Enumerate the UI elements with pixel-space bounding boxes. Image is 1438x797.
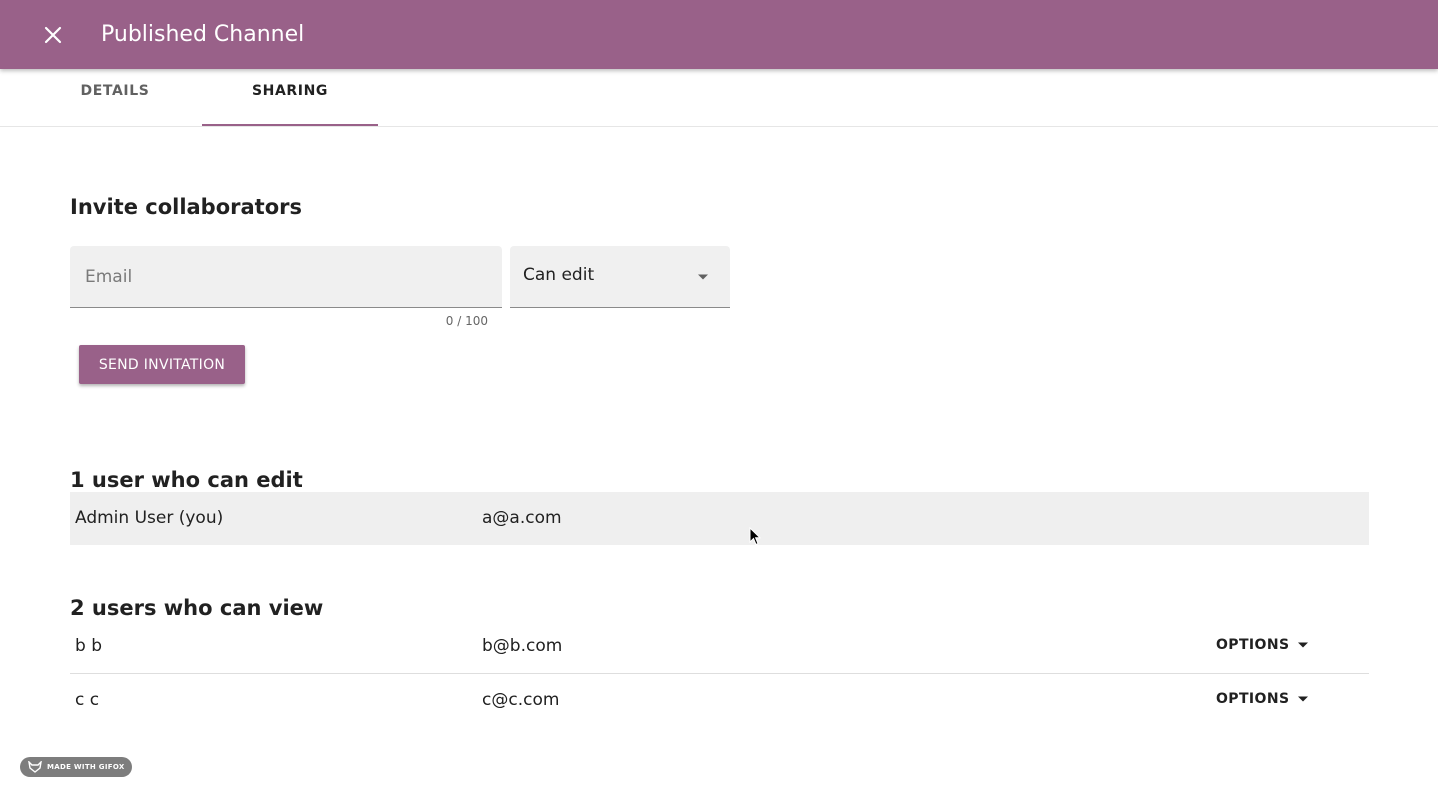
user-email: b@b.com [482, 636, 563, 656]
app-bar: Published Channel [0, 0, 1438, 69]
email-char-counter: 0 / 100 [445, 314, 488, 328]
dropdown-arrow-icon [1298, 696, 1309, 702]
viewer-row: c c c@c.com OPTIONS [70, 674, 1369, 727]
editors-heading: 1 user who can edit [70, 468, 303, 492]
tab-sharing[interactable]: SHARING [202, 69, 378, 126]
options-menu-button[interactable]: OPTIONS [1216, 637, 1309, 653]
fox-logo-icon [28, 761, 42, 773]
tab-details[interactable]: DETAILS [28, 69, 202, 126]
dropdown-arrow-icon [698, 274, 708, 280]
mouse-cursor-icon [749, 527, 761, 546]
viewer-row: b b b@b.com OPTIONS [70, 620, 1369, 674]
permission-select-value: Can edit [523, 265, 595, 285]
editor-row: Admin User (you) a@a.com [70, 492, 1369, 545]
permission-select[interactable]: Can edit [510, 246, 730, 308]
send-invitation-button[interactable]: SEND INVITATION [79, 345, 245, 384]
email-input[interactable] [83, 246, 487, 308]
dropdown-arrow-icon [1298, 642, 1309, 648]
gifox-watermark: MADE WITH GIFOX [20, 757, 132, 777]
watermark-text: MADE WITH GIFOX [47, 763, 125, 771]
user-email: c@c.com [482, 690, 560, 710]
page-title: Published Channel [101, 22, 305, 47]
options-label: OPTIONS [1216, 637, 1290, 653]
close-icon [44, 26, 62, 44]
user-name: b b [75, 636, 102, 656]
user-name: c c [75, 690, 100, 710]
user-email: a@a.com [482, 508, 562, 528]
options-label: OPTIONS [1216, 691, 1290, 707]
options-menu-button[interactable]: OPTIONS [1216, 691, 1309, 707]
viewers-heading: 2 users who can view [70, 596, 324, 620]
close-button[interactable] [38, 20, 68, 50]
user-name: Admin User (you) [75, 508, 224, 528]
invite-heading: Invite collaborators [70, 195, 302, 219]
email-field[interactable] [70, 246, 502, 308]
tab-bar: DETAILS SHARING [0, 69, 1438, 127]
